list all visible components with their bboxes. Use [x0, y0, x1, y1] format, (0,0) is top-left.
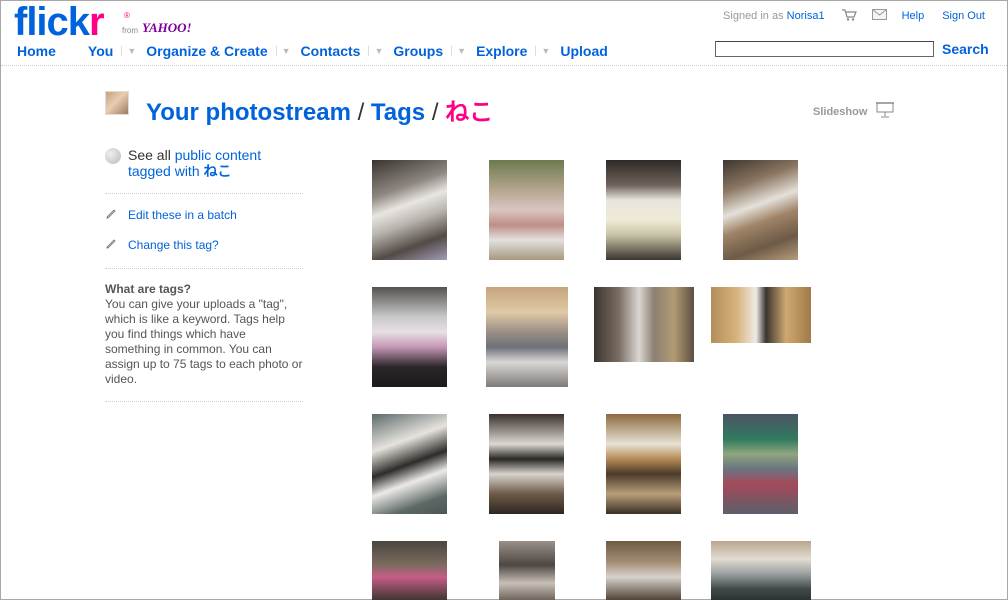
- from-label: from: [122, 26, 138, 35]
- photo-16[interactable]: [711, 541, 811, 600]
- page-title: Your photostream / Tags / ねこ: [146, 92, 493, 127]
- tags-help-body: You can give your uploads a "tag", which…: [105, 297, 303, 386]
- nav-you-dropdown-icon[interactable]: ▼: [121, 46, 136, 56]
- pencil-icon: [105, 237, 119, 252]
- nav-contacts[interactable]: Contacts: [301, 43, 361, 59]
- see-all-prefix: See all: [128, 147, 171, 163]
- public-content-link[interactable]: public content: [175, 147, 261, 163]
- breadcrumb-photostream[interactable]: Your photostream: [146, 99, 351, 126]
- tagged-with-link[interactable]: tagged with: [128, 163, 200, 179]
- photo-9[interactable]: [372, 414, 447, 514]
- mail-icon[interactable]: [871, 9, 887, 23]
- nav-groups-dropdown-icon[interactable]: ▼: [451, 46, 466, 56]
- photo-5[interactable]: [372, 287, 447, 387]
- yahoo-logo: YAHOO!: [142, 20, 192, 35]
- projector-screen-icon: [876, 102, 895, 121]
- sign-out-link[interactable]: Sign Out: [942, 10, 985, 22]
- photo-10[interactable]: [489, 414, 564, 514]
- divider: [105, 268, 303, 269]
- nav-organize-dropdown-icon[interactable]: ▼: [275, 46, 291, 56]
- avatar[interactable]: [105, 91, 129, 115]
- header-divider: [1, 65, 1007, 66]
- nav-contacts-dropdown-icon[interactable]: ▼: [368, 46, 383, 56]
- change-tag-link[interactable]: Change this tag?: [128, 238, 219, 252]
- nav-you[interactable]: You: [88, 43, 113, 59]
- username-link[interactable]: Norisa1: [787, 10, 825, 22]
- tags-help-heading: What are tags?: [105, 282, 192, 296]
- main-nav: Home You ▼ Organize & Create ▼ Contacts …: [17, 43, 608, 59]
- search-button[interactable]: Search: [942, 41, 989, 57]
- registered-mark: ®: [124, 11, 130, 20]
- breadcrumb-separator: /: [357, 99, 365, 126]
- help-link[interactable]: Help: [902, 10, 925, 22]
- search-input[interactable]: [715, 41, 934, 57]
- photo-4[interactable]: [723, 160, 798, 260]
- nav-home[interactable]: Home: [17, 43, 56, 59]
- photo-7[interactable]: [594, 287, 694, 362]
- edit-batch-row: Edit these in a batch: [105, 207, 303, 222]
- photo-8[interactable]: [711, 287, 811, 343]
- photo-12[interactable]: [723, 414, 798, 514]
- slideshow-label: Slideshow: [813, 105, 868, 118]
- nav-upload[interactable]: Upload: [560, 43, 607, 59]
- divider: [105, 401, 303, 402]
- nav-explore-dropdown-icon[interactable]: ▼: [535, 46, 550, 56]
- breadcrumb-current-tag: ねこ: [445, 99, 494, 126]
- signed-in-label: Signed in as: [723, 10, 784, 22]
- photo-14[interactable]: [499, 541, 555, 600]
- photo-2[interactable]: [489, 160, 564, 260]
- signed-in-status: Signed in as Norisa1: [723, 10, 825, 22]
- divider: [105, 193, 303, 194]
- nav-explore[interactable]: Explore: [476, 43, 527, 59]
- flickr-logo[interactable]: flickr ®: [14, 0, 130, 44]
- photo-6[interactable]: [486, 287, 568, 387]
- nav-organize[interactable]: Organize & Create: [146, 43, 267, 59]
- sidebar: See all public content tagged with ねこ Ed…: [105, 147, 303, 402]
- cart-icon[interactable]: [841, 8, 857, 24]
- account-bar: Signed in as Norisa1 Help Sign Out: [723, 8, 985, 24]
- tag-link[interactable]: ねこ: [204, 163, 232, 179]
- change-tag-row: Change this tag?: [105, 237, 303, 252]
- breadcrumb-separator: /: [431, 99, 439, 126]
- breadcrumb-tags[interactable]: Tags: [371, 99, 425, 126]
- photo-13[interactable]: [372, 541, 447, 600]
- tags-help: What are tags? You can give your uploads…: [105, 282, 303, 387]
- photo-1[interactable]: [372, 160, 447, 260]
- globe-icon: [105, 148, 121, 164]
- logo-text-pink: r: [89, 0, 105, 44]
- slideshow-link[interactable]: Slideshow: [813, 102, 895, 121]
- logo-text-blue: flick: [14, 0, 90, 44]
- photo-11[interactable]: [606, 414, 681, 514]
- see-all-public: See all public content tagged with ねこ: [105, 147, 303, 179]
- photo-15[interactable]: [606, 541, 681, 600]
- pencil-icon: [105, 207, 119, 222]
- nav-groups[interactable]: Groups: [393, 43, 443, 59]
- photo-3[interactable]: [606, 160, 681, 260]
- edit-batch-link[interactable]: Edit these in a batch: [128, 208, 237, 222]
